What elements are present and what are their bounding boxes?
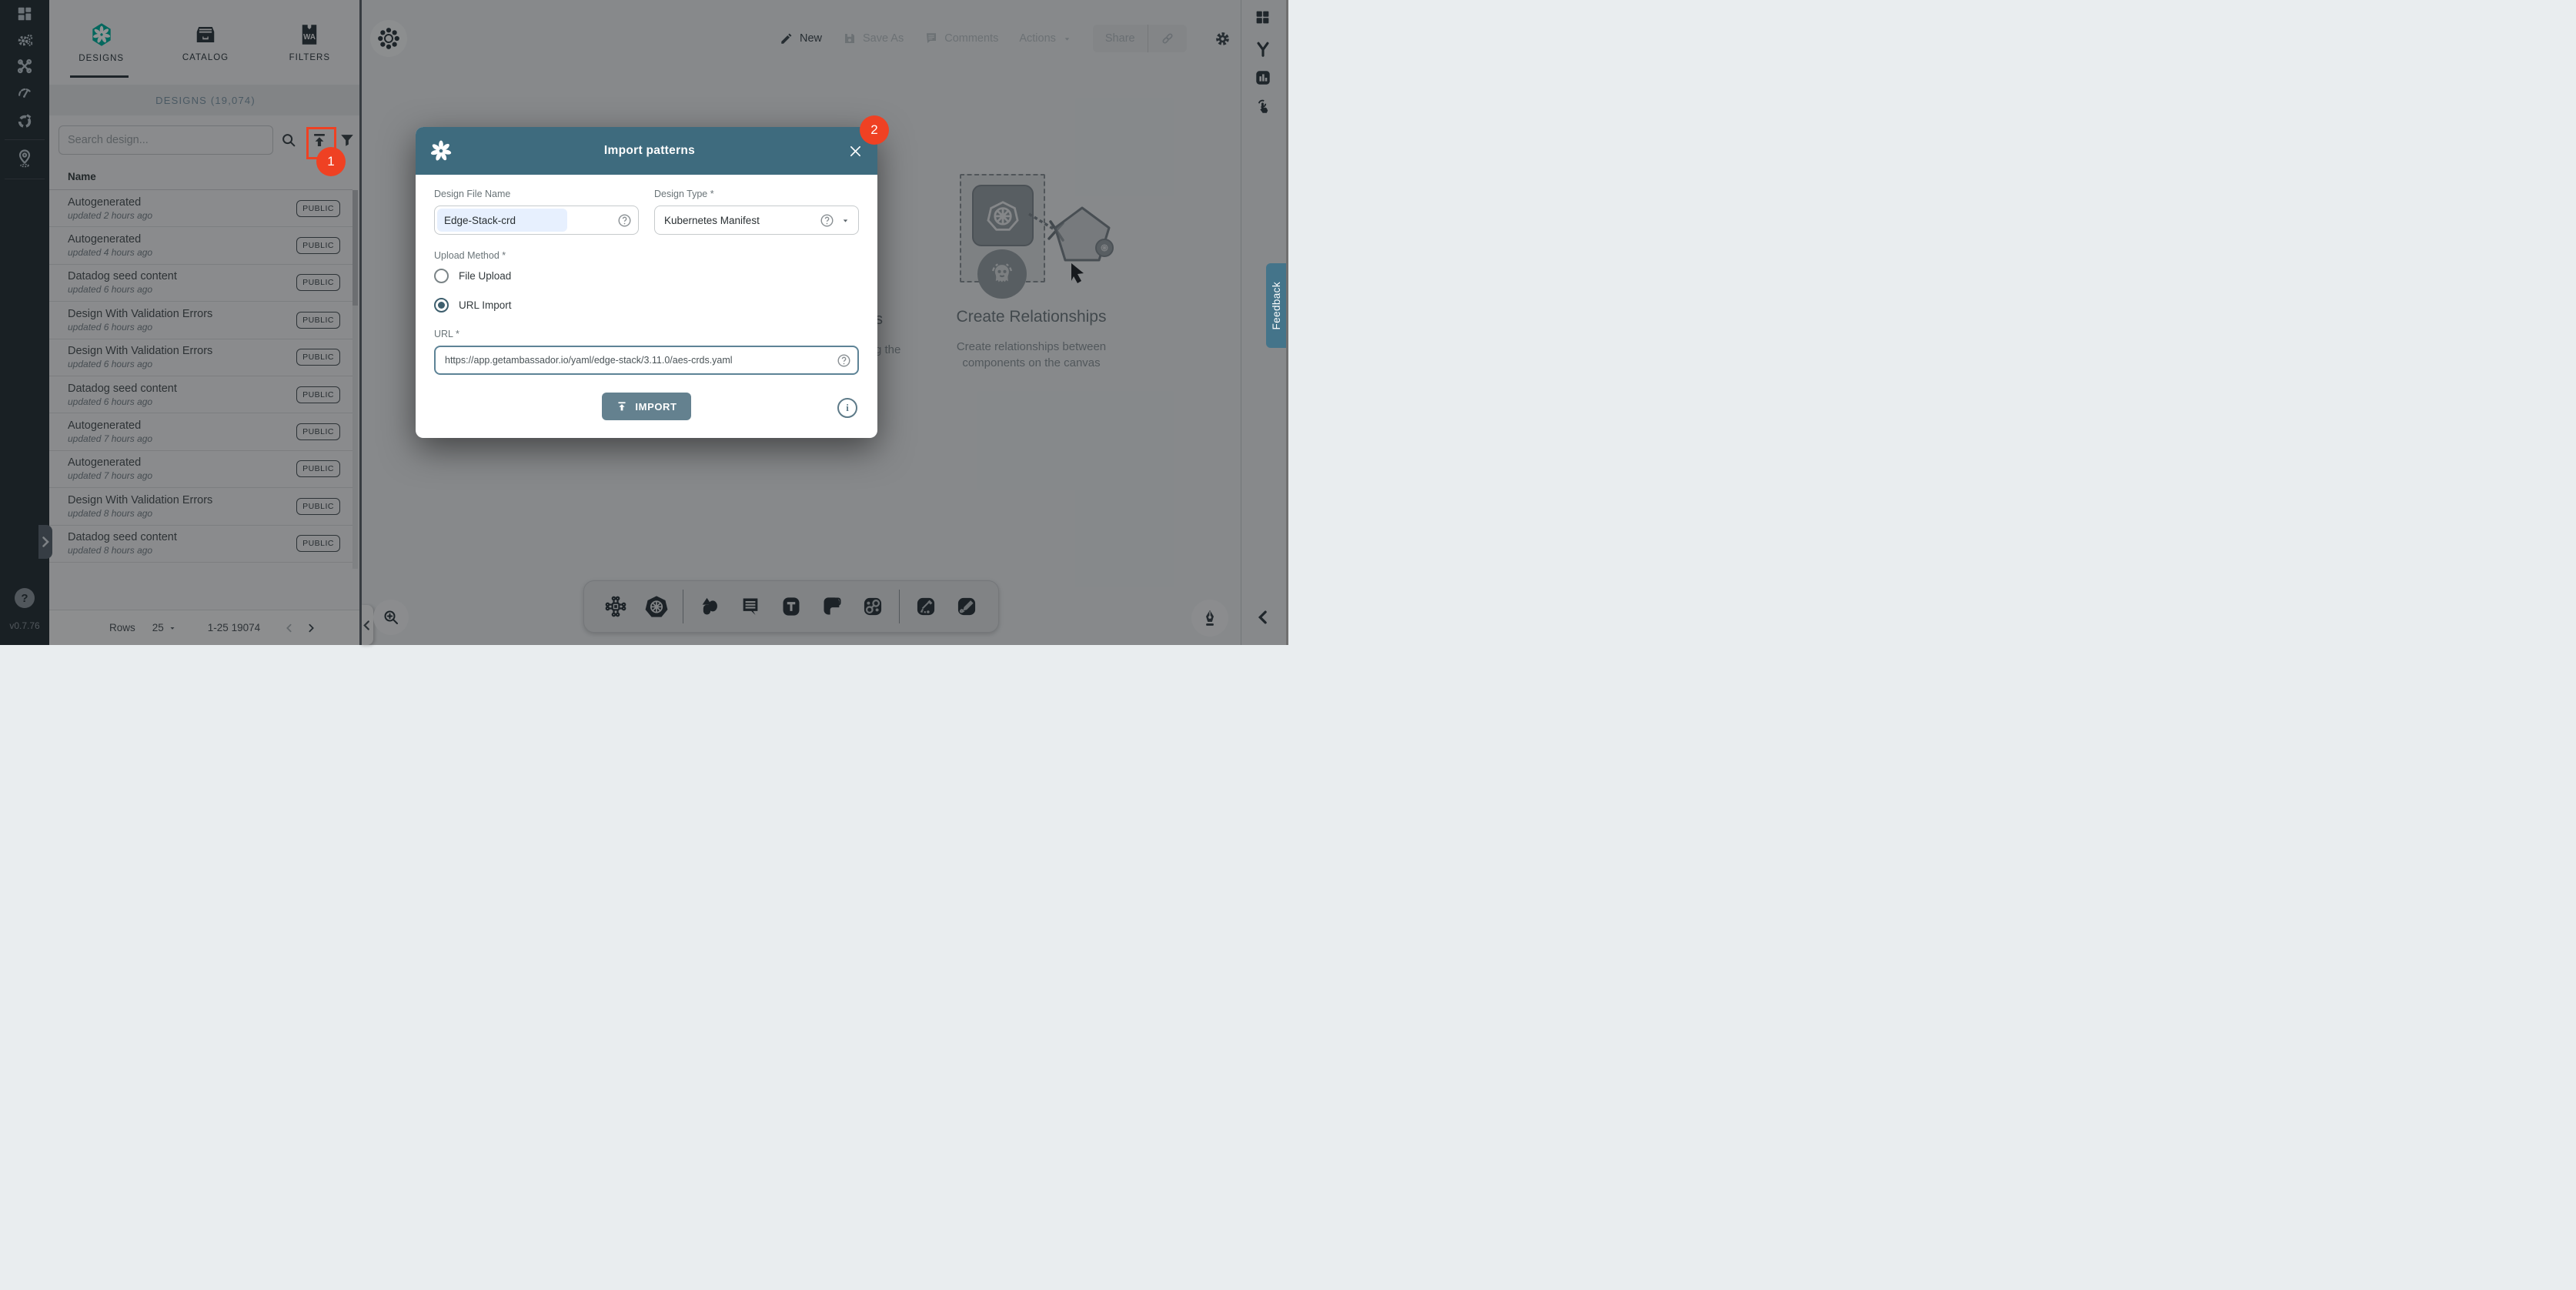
radio-url-import[interactable] xyxy=(434,298,449,312)
design-file-name-field[interactable]: Edge-Stack-crd xyxy=(434,206,639,235)
radio-file-upload[interactable] xyxy=(434,269,449,283)
modal-title: Import patterns xyxy=(453,144,847,158)
help-question-icon[interactable] xyxy=(837,353,851,368)
design-type-label: Design Type * xyxy=(654,189,859,199)
import-button[interactable]: IMPORT xyxy=(602,393,690,420)
modal-body: Design File Name Edge-Stack-crd Design T… xyxy=(416,175,877,438)
radio-url-import-label: URL Import xyxy=(459,299,512,311)
info-icon[interactable]: i xyxy=(837,398,857,418)
chevron-down-icon xyxy=(840,216,850,225)
radio-file-upload-label: File Upload xyxy=(459,270,511,282)
import-patterns-modal: Import patterns Design File Name Edge-St… xyxy=(416,127,877,438)
upload-method-option-file[interactable]: File Upload xyxy=(434,261,859,290)
screen-edge-strip xyxy=(1286,0,1288,645)
design-type-value: Kubernetes Manifest xyxy=(655,215,820,226)
modal-footer: IMPORT i xyxy=(434,392,859,421)
annotation-badge-2: 2 xyxy=(860,115,889,145)
close-icon[interactable] xyxy=(847,145,864,158)
annotation-badge-1: 1 xyxy=(316,147,346,176)
url-input[interactable]: https://app.getambassador.io/yaml/edge-s… xyxy=(434,346,859,375)
url-label: URL * xyxy=(434,329,859,339)
modal-header: Import patterns xyxy=(416,127,877,175)
design-file-name-value: Edge-Stack-crd xyxy=(435,215,617,226)
upload-method-label: Upload Method * xyxy=(434,250,859,261)
meshery-logo-icon xyxy=(429,139,453,162)
url-value: https://app.getambassador.io/yaml/edge-s… xyxy=(436,355,837,366)
feedback-tab[interactable]: Feedback xyxy=(1266,263,1287,348)
upload-icon xyxy=(616,400,628,413)
design-file-name-label: Design File Name xyxy=(434,189,639,199)
feedback-label: Feedback xyxy=(1271,282,1282,330)
design-type-select[interactable]: Kubernetes Manifest xyxy=(654,206,859,235)
help-question-icon[interactable] xyxy=(820,213,834,228)
help-question-icon[interactable] xyxy=(617,213,632,228)
upload-method-option-url[interactable]: URL Import xyxy=(434,290,859,319)
